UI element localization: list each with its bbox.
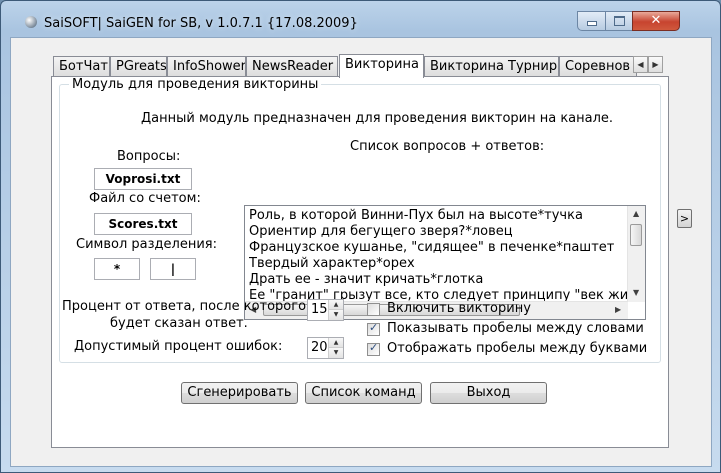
window-title: SaiSOFT| SaiGEN for SB, v 1.0.7.1 {17.08… xyxy=(44,16,358,31)
scores-file-input[interactable]: Scores.txt xyxy=(94,213,192,235)
tab-infoshower[interactable]: InfoShower xyxy=(167,56,246,77)
answer-percent-spin-buttons[interactable]: ▲ ▼ xyxy=(328,300,343,320)
scroll-right-icon[interactable]: ▶ xyxy=(615,305,621,314)
tab-botchat[interactable]: БотЧат xyxy=(53,56,110,77)
command-list-button[interactable]: Список команд xyxy=(305,382,422,404)
errors-percent-value: 20 xyxy=(311,340,328,355)
separator-label: Символ разделения: xyxy=(76,237,217,252)
show-word-spaces-label[interactable]: Показывать пробелы между словами xyxy=(387,321,644,336)
main-window: SaiSOFT| SaiGEN for SB, v 1.0.7.1 {17.08… xyxy=(0,0,721,473)
tab-scroll-right-button[interactable]: ▶ xyxy=(648,56,663,73)
enable-quiz-label[interactable]: Включить викторину xyxy=(387,301,531,316)
questions-label: Вопросы: xyxy=(117,149,181,164)
errors-percent-stepper[interactable]: 20 ▲ ▼ xyxy=(307,337,344,359)
enable-quiz-checkbox[interactable] xyxy=(367,303,380,316)
minimize-icon xyxy=(586,21,597,26)
tab-pgreats[interactable]: PGreats xyxy=(110,56,167,77)
show-letter-spaces-label[interactable]: Отображать пробелы между буквами xyxy=(387,341,647,356)
separator-input-1[interactable]: * xyxy=(94,258,140,280)
generate-button[interactable]: Сгенерировать xyxy=(181,382,298,404)
list-item[interactable]: Французское кушанье, "сидящее" в печенке… xyxy=(249,240,627,256)
tab-competition[interactable]: Соревнов xyxy=(559,56,637,77)
show-letter-spaces-checkbox[interactable]: ✓ xyxy=(367,341,380,356)
module-description: Данный модуль предназначен для проведени… xyxy=(141,111,614,126)
separator-input-2[interactable]: | xyxy=(150,258,196,280)
list-item[interactable]: Твердый характер*орех xyxy=(249,256,627,272)
close-button[interactable]: ✕ xyxy=(632,11,680,31)
qa-list-label: Список вопросов + ответов: xyxy=(350,139,545,154)
checkmark-icon: ✓ xyxy=(369,341,379,354)
scroll-down-icon[interactable]: ▼ xyxy=(633,288,639,297)
tab-scroll-left-button[interactable]: ◀ xyxy=(633,56,648,73)
list-item[interactable]: Ориентир для бегущего зверя?*ловец xyxy=(249,224,627,240)
tab-quiz[interactable]: Викторина xyxy=(339,54,424,78)
spin-down-icon[interactable]: ▼ xyxy=(329,310,343,320)
tab-quiz-tournament[interactable]: Викторина Турнир xyxy=(424,56,559,77)
checkmark-icon: ✓ xyxy=(369,321,379,334)
quiz-tab-page: Модуль для проведения викторины Данный м… xyxy=(51,76,669,448)
list-item[interactable]: Роль, в которой Винни-Пух был на высоте*… xyxy=(249,208,627,224)
scores-file-label: Файл со счетом: xyxy=(89,191,201,206)
group-title: Модуль для проведения викторины xyxy=(69,77,322,92)
errors-percent-label: Допустимый процент ошибок: xyxy=(74,339,283,354)
answer-percent-label-line1: Процент от ответа, после которого xyxy=(62,299,307,314)
minimize-button[interactable] xyxy=(577,11,605,31)
qa-list-content: Роль, в которой Винни-Пух был на высоте*… xyxy=(249,208,627,302)
tab-newsreader[interactable]: NewsReader xyxy=(246,56,338,77)
spin-down-icon[interactable]: ▼ xyxy=(329,348,343,358)
questions-file-input[interactable]: Voprosi.txt xyxy=(94,168,192,190)
maximize-button[interactable] xyxy=(605,11,632,31)
answer-percent-label-line2: будет сказан ответ. xyxy=(110,316,248,331)
app-icon xyxy=(25,16,37,28)
close-icon: ✕ xyxy=(650,13,662,28)
side-expand-button[interactable]: > xyxy=(677,209,692,228)
exit-button[interactable]: Выход xyxy=(430,382,547,404)
errors-percent-spin-buttons[interactable]: ▲ ▼ xyxy=(328,338,343,358)
client-area: БотЧат PGreats InfoShower NewsReader Вик… xyxy=(10,37,712,467)
answer-percent-value: 15 xyxy=(311,302,328,317)
vertical-scroll-thumb[interactable] xyxy=(630,224,642,246)
scroll-up-icon[interactable]: ▲ xyxy=(633,209,639,218)
spin-up-icon[interactable]: ▲ xyxy=(329,338,343,348)
list-item[interactable]: Драть ее - значит кричать*глотка xyxy=(249,272,627,288)
answer-percent-stepper[interactable]: 15 ▲ ▼ xyxy=(307,299,344,321)
title-bar[interactable]: SaiSOFT| SaiGEN for SB, v 1.0.7.1 {17.08… xyxy=(1,1,720,31)
vertical-scrollbar[interactable]: ▲ ▼ xyxy=(627,206,645,302)
spin-up-icon[interactable]: ▲ xyxy=(329,300,343,310)
show-word-spaces-checkbox[interactable]: ✓ xyxy=(367,321,380,336)
maximize-icon xyxy=(613,16,625,26)
